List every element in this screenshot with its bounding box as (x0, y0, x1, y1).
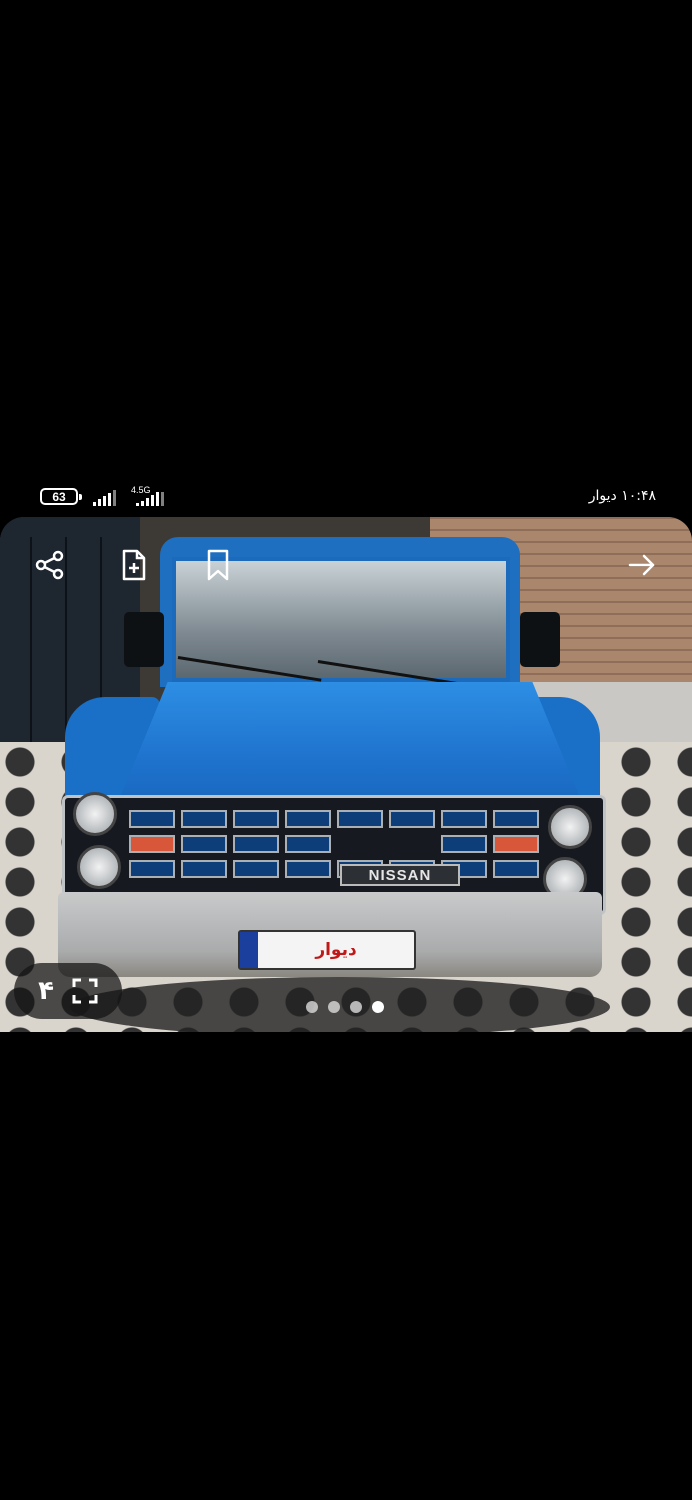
pagination-dot[interactable] (306, 1001, 318, 1013)
vehicle-badge: NISSAN (340, 864, 460, 886)
pagination-dots[interactable] (306, 1001, 384, 1013)
license-plate-text: دیوار (315, 940, 357, 960)
pagination-dot[interactable] (350, 1001, 362, 1013)
signal-strength-icon-2 (136, 492, 164, 506)
bookmark-icon (207, 549, 229, 581)
bookmark-button[interactable] (200, 547, 236, 583)
signal-strength-icon (93, 488, 116, 506)
turn-signal-right (493, 835, 539, 853)
headlight-left-upper (73, 792, 117, 836)
forward-arrow-icon (628, 554, 655, 576)
vehicle-mirror-left (124, 612, 164, 667)
license-plate: دیوار (238, 930, 416, 970)
add-note-icon (122, 549, 146, 581)
pagination-dot-active[interactable] (372, 1001, 384, 1013)
share-icon (35, 550, 64, 580)
share-button[interactable] (32, 547, 68, 583)
battery-level: 63 (52, 489, 66, 504)
listing-photo[interactable]: NISSAN دیوار (0, 517, 692, 1032)
turn-signal-left (129, 835, 175, 853)
headlight-right-upper (548, 805, 592, 849)
vehicle-badge-text: NISSAN (368, 866, 432, 884)
image-count: ۴ (38, 976, 54, 1006)
vehicle-mirror-right (520, 612, 560, 667)
status-bar: 63 4.5G ۱۰:۴۸ دیوار (0, 482, 692, 512)
headlight-left-lower (77, 845, 121, 889)
status-time: ۱۰:۴۸ دیوار (588, 488, 656, 504)
add-note-button[interactable] (116, 547, 152, 583)
pagination-dot[interactable] (328, 1001, 340, 1013)
battery-icon: 63 (40, 488, 82, 505)
fullscreen-icon (72, 978, 98, 1004)
fullscreen-counter-button[interactable]: ۴ (14, 963, 122, 1019)
forward-button[interactable] (624, 547, 660, 583)
plate-country-band (240, 932, 258, 968)
image-viewer[interactable]: NISSAN دیوار ۴ (0, 517, 692, 1032)
